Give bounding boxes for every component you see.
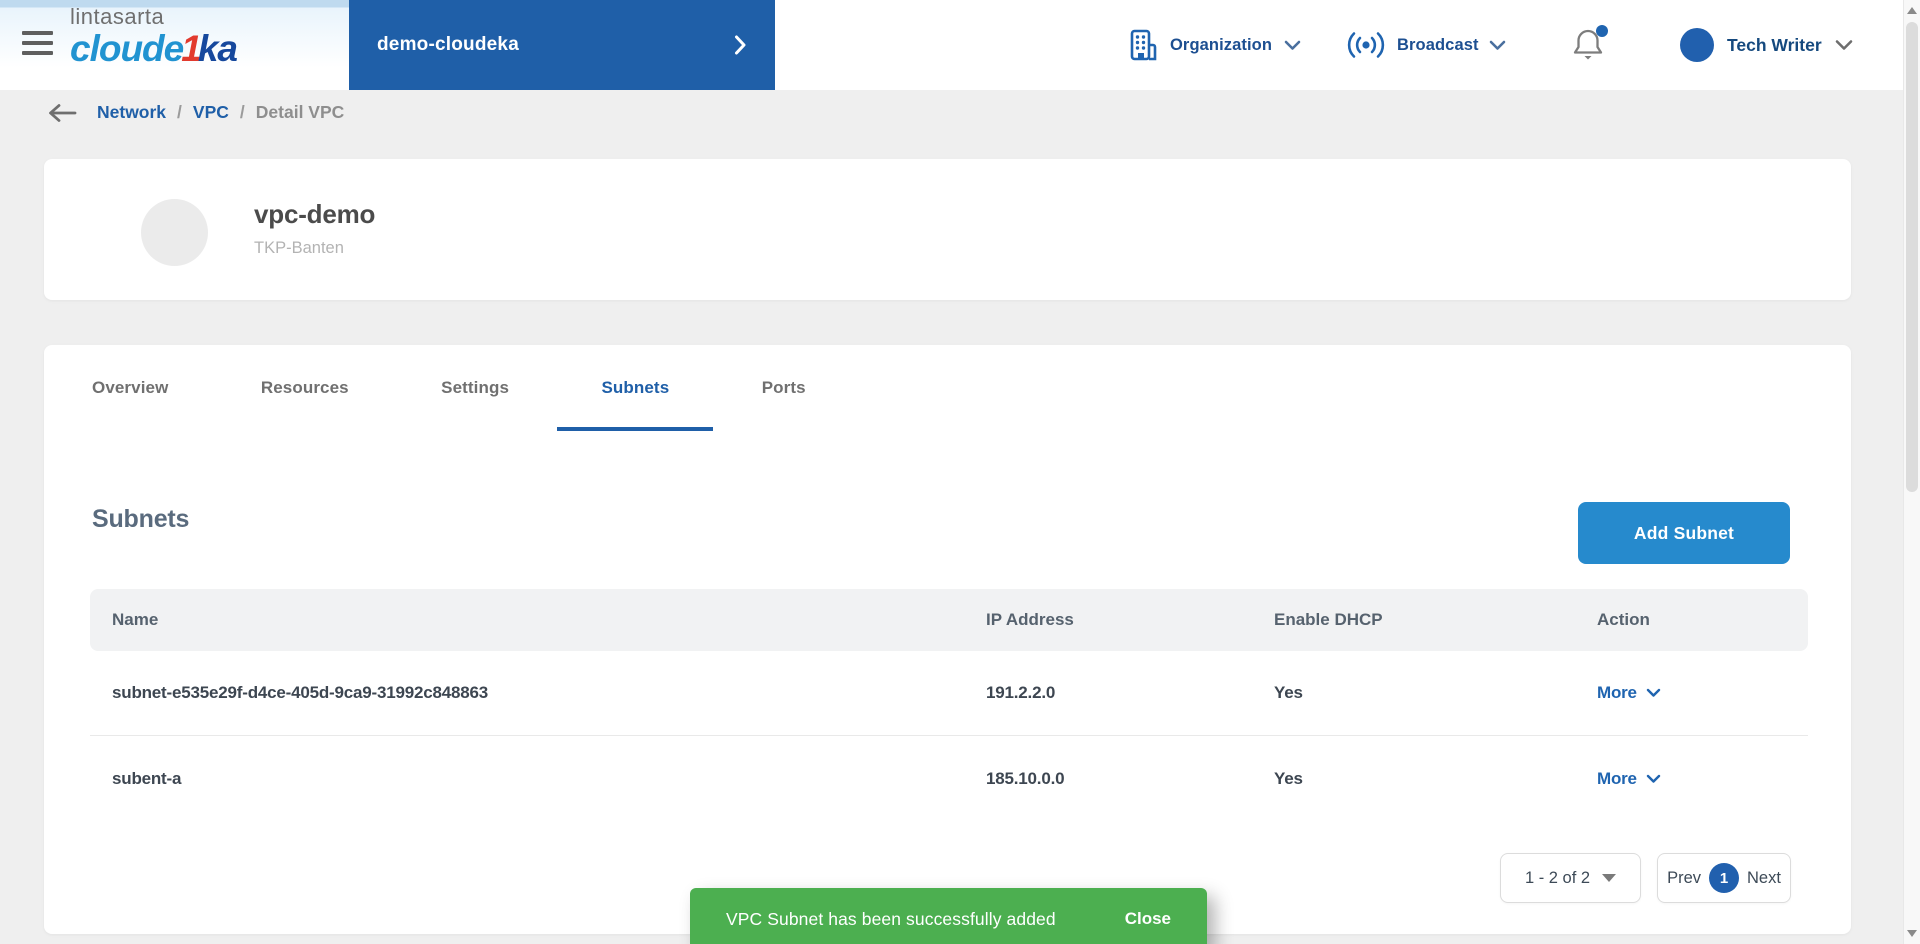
breadcrumb-separator: / (240, 102, 245, 123)
section-title: Subnets (92, 505, 189, 534)
chevron-down-icon (1646, 774, 1661, 784)
table-header: Name IP Address Enable DHCP Action (90, 589, 1808, 651)
add-subnet-button[interactable]: Add Subnet (1578, 502, 1790, 564)
user-name: Tech Writer (1727, 35, 1822, 56)
scrollbar-thumb[interactable] (1906, 22, 1918, 492)
subnet-dhcp: Yes (1274, 683, 1597, 703)
more-label: More (1597, 683, 1637, 703)
scroll-down-arrow-icon[interactable] (1907, 930, 1917, 937)
broadcast-label: Broadcast (1397, 36, 1479, 55)
chevron-down-icon (1284, 40, 1301, 51)
notification-badge (1596, 25, 1608, 37)
toast-message: VPC Subnet has been successfully added (726, 909, 1056, 930)
tab-bar: Overview Resources Settings Subnets Port… (48, 345, 850, 431)
chevron-down-icon (1489, 40, 1506, 51)
subnet-name: subnet-e535e29f-d4ce-405d-9ca9-31992c848… (112, 683, 986, 703)
table-row: subent-a 185.10.0.0 Yes More (90, 736, 1808, 821)
logo-cloudeka-text: cloude1ka (70, 30, 237, 67)
vpc-location: TKP-Banten (254, 239, 344, 258)
tab-ports[interactable]: Ports (718, 345, 850, 431)
top-header: lintasarta cloude1ka demo-cloudeka Orga (0, 0, 1920, 90)
organization-label: Organization (1170, 36, 1272, 55)
current-page-button[interactable]: 1 (1709, 863, 1739, 893)
column-ip-address: IP Address (986, 610, 1274, 630)
tab-overview[interactable]: Overview (48, 345, 212, 431)
chevron-right-icon (734, 34, 747, 56)
page-range-label: 1 - 2 of 2 (1525, 869, 1590, 888)
project-selector[interactable]: demo-cloudeka (349, 0, 775, 90)
app-screen: lintasarta cloude1ka demo-cloudeka Orga (0, 0, 1920, 944)
vpc-name: vpc-demo (254, 199, 375, 230)
scroll-up-arrow-icon[interactable] (1907, 7, 1917, 14)
user-menu[interactable]: Tech Writer (1680, 0, 1853, 90)
broadcast-menu[interactable]: Broadcast (1345, 0, 1506, 90)
table-row: subnet-e535e29f-d4ce-405d-9ca9-31992c848… (90, 651, 1808, 736)
column-action: Action (1597, 610, 1808, 630)
menu-toggle-button[interactable] (22, 31, 53, 57)
cloudeka-logo[interactable]: lintasarta cloude1ka (70, 6, 237, 67)
breadcrumb-network[interactable]: Network (97, 102, 166, 123)
back-arrow-icon[interactable] (46, 103, 78, 123)
caret-down-icon (1602, 874, 1616, 882)
breadcrumb-current: Detail VPC (256, 102, 345, 123)
vpc-summary-card: vpc-demo TKP-Banten (44, 159, 1851, 300)
vpc-avatar (141, 199, 208, 266)
tab-subnets[interactable]: Subnets (557, 345, 713, 431)
column-name: Name (112, 610, 986, 630)
tab-resources[interactable]: Resources (217, 345, 393, 431)
chevron-down-icon (1835, 39, 1853, 51)
subnet-name: subent-a (112, 769, 986, 789)
prev-page-button[interactable]: Prev (1667, 869, 1701, 888)
success-toast: VPC Subnet has been successfully added C… (690, 888, 1207, 944)
building-icon (1128, 28, 1158, 62)
logo-lintasarta-text: lintasarta (70, 6, 237, 28)
page-size-dropdown[interactable]: 1 - 2 of 2 (1500, 853, 1641, 903)
broadcast-icon (1345, 30, 1387, 60)
vpc-detail-card: Overview Resources Settings Subnets Port… (44, 345, 1851, 934)
subnet-ip: 185.10.0.0 (986, 769, 1274, 789)
chevron-down-icon (1646, 688, 1661, 698)
notifications-button[interactable] (1572, 26, 1612, 66)
window-scrollbar[interactable] (1903, 0, 1920, 944)
breadcrumb: Network / VPC / Detail VPC (46, 102, 344, 123)
organization-menu[interactable]: Organization (1128, 0, 1301, 90)
avatar (1680, 28, 1714, 62)
row-more-menu[interactable]: More (1597, 683, 1661, 703)
project-name: demo-cloudeka (377, 34, 519, 56)
tab-settings[interactable]: Settings (397, 345, 553, 431)
toast-close-button[interactable]: Close (1125, 909, 1171, 929)
breadcrumb-vpc[interactable]: VPC (193, 102, 229, 123)
more-label: More (1597, 769, 1637, 789)
column-enable-dhcp: Enable DHCP (1274, 610, 1597, 630)
subnet-ip: 191.2.2.0 (986, 683, 1274, 703)
breadcrumb-separator: / (177, 102, 182, 123)
subnet-dhcp: Yes (1274, 769, 1597, 789)
row-more-menu[interactable]: More (1597, 769, 1661, 789)
pagination-controls: Prev 1 Next (1657, 853, 1791, 903)
next-page-button[interactable]: Next (1747, 869, 1781, 888)
